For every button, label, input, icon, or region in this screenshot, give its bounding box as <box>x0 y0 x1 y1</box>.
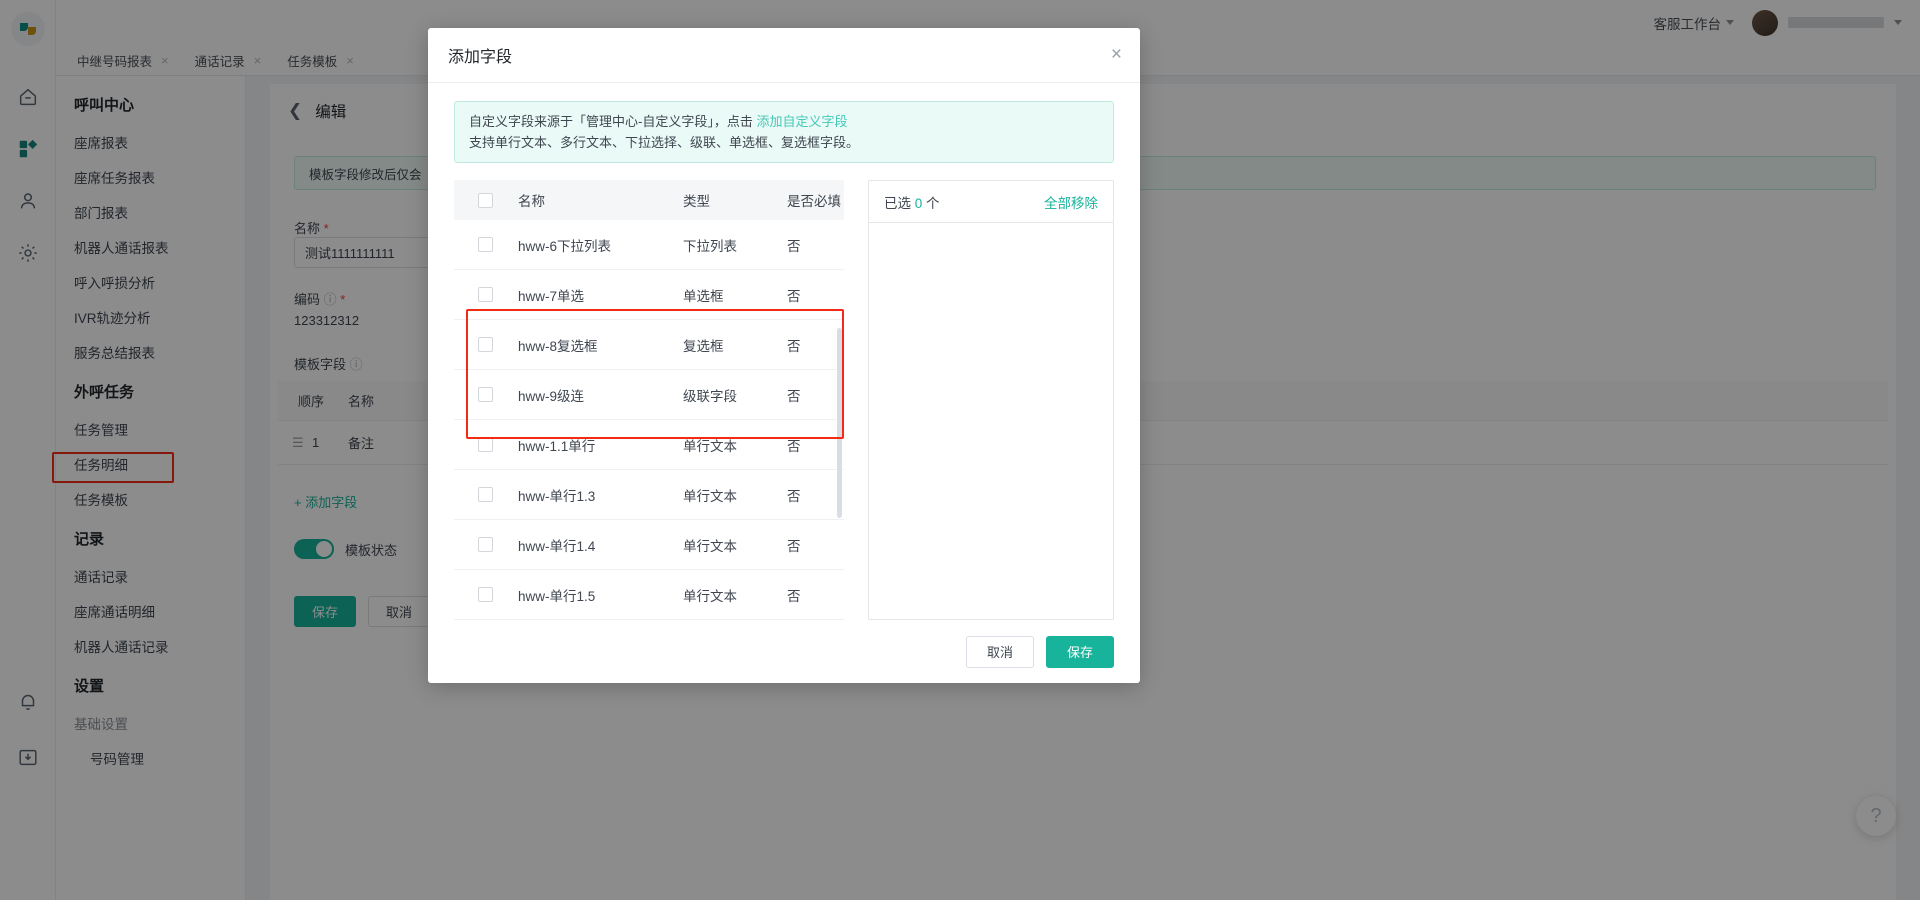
row-checkbox-cell <box>478 237 518 252</box>
row-field-type: 下拉列表 <box>683 238 737 254</box>
list-item[interactable]: hww-单行1.5 单行文本 否 <box>454 570 844 620</box>
row-field-type: 单选框 <box>683 288 724 304</box>
row-checkbox[interactable] <box>478 237 493 252</box>
row-field-type: 单行文本 <box>683 538 737 554</box>
dialog-footer: 取消 保存 <box>428 620 1140 683</box>
selected-fields-list <box>869 223 1113 619</box>
row-field-name: hww-1.1单行 <box>518 438 596 454</box>
info-banner-line1: 自定义字段来源于「管理中心-自定义字段」，点击 添加自定义字段 <box>469 111 1099 132</box>
available-fields-header: 名称 类型 是否必填 <box>454 180 844 220</box>
selected-suffix: 个 <box>926 195 940 211</box>
list-item[interactable]: hww-9级连 级联字段 否 <box>454 370 844 420</box>
list-item[interactable]: hww-单行1.3 单行文本 否 <box>454 470 844 520</box>
select-all-checkbox[interactable] <box>478 192 493 208</box>
row-field-name: hww-6下拉列表 <box>518 238 612 254</box>
dialog-title: 添加字段 <box>448 49 513 66</box>
row-field-name: hww-8复选框 <box>518 338 598 354</box>
add-field-dialog: 添加字段 × 自定义字段来源于「管理中心-自定义字段」，点击 添加自定义字段 支… <box>428 28 1140 683</box>
row-field-required: 否 <box>787 438 801 454</box>
row-checkbox-cell <box>478 487 518 502</box>
row-checkbox-cell <box>478 387 518 402</box>
row-field-name: hww-7单选 <box>518 288 585 304</box>
col-header-name: 名称 <box>518 194 545 209</box>
row-field-name: hww-单行1.4 <box>518 538 596 554</box>
dialog-header: 添加字段 × <box>428 28 1140 83</box>
row-checkbox-cell <box>478 287 518 302</box>
col-header-type: 类型 <box>683 194 710 209</box>
close-icon[interactable]: × <box>1111 45 1122 64</box>
available-fields-pane: 名称 类型 是否必填 hww-6下拉列表 下拉列表 否 hww-7单选 单选框 … <box>454 180 844 620</box>
app-root: 客服工作台 中继号码报表 × 通话记录 × 任务模板 × 呼叫中心 座席报表 座… <box>0 0 1920 900</box>
available-fields-body[interactable]: hww-6下拉列表 下拉列表 否 hww-7单选 单选框 否 hww-8复选框 … <box>454 220 844 620</box>
row-field-required: 否 <box>787 488 801 504</box>
row-checkbox[interactable] <box>478 337 493 352</box>
row-checkbox[interactable] <box>478 537 493 552</box>
remove-all-button[interactable]: 全部移除 <box>1044 192 1098 212</box>
row-checkbox[interactable] <box>478 387 493 402</box>
row-checkbox[interactable] <box>478 287 493 302</box>
row-field-type: 级联字段 <box>683 388 737 404</box>
list-item[interactable]: hww-6下拉列表 下拉列表 否 <box>454 220 844 270</box>
info-banner-line2: 支持单行文本、多行文本、下拉选择、级联、单选框、复选框字段。 <box>469 135 860 150</box>
select-all-checkbox-cell <box>478 192 518 208</box>
row-field-name: hww-单行1.3 <box>518 488 596 504</box>
col-header-required: 是否必填 <box>787 194 841 209</box>
selected-count-wrap: 已选 0 个 <box>884 192 940 212</box>
row-field-name: hww-9级连 <box>518 388 585 404</box>
row-field-required: 否 <box>787 588 801 604</box>
row-field-required: 否 <box>787 388 801 404</box>
dialog-save-button[interactable]: 保存 <box>1045 635 1114 668</box>
row-checkbox[interactable] <box>478 487 493 502</box>
row-field-required: 否 <box>787 288 801 304</box>
row-field-type: 复选框 <box>683 338 724 354</box>
row-checkbox-cell <box>478 537 518 552</box>
info-banner: 自定义字段来源于「管理中心-自定义字段」，点击 添加自定义字段 支持单行文本、多… <box>454 101 1114 163</box>
row-checkbox-cell <box>478 337 518 352</box>
row-field-type: 单行文本 <box>683 438 737 454</box>
row-field-required: 否 <box>787 238 801 254</box>
list-item[interactable]: hww-单行1.4 单行文本 否 <box>454 520 844 570</box>
row-field-type: 单行文本 <box>683 488 737 504</box>
info-banner-text-before: 自定义字段来源于「管理中心-自定义字段」，点击 <box>469 114 757 129</box>
dialog-cancel-button[interactable]: 取消 <box>965 635 1034 668</box>
selected-fields-pane: 已选 0 个 全部移除 <box>868 180 1114 620</box>
selected-fields-header: 已选 0 个 全部移除 <box>869 181 1113 223</box>
list-scrollbar[interactable] <box>837 328 842 518</box>
row-checkbox-cell <box>478 587 518 602</box>
selected-prefix: 已选 <box>884 195 911 211</box>
add-custom-field-link[interactable]: 添加自定义字段 <box>756 114 847 129</box>
row-checkbox[interactable] <box>478 587 493 602</box>
selected-count: 0 <box>914 195 923 211</box>
row-field-required: 否 <box>787 338 801 354</box>
row-field-name: hww-单行1.5 <box>518 588 596 604</box>
dialog-panes: 名称 类型 是否必填 hww-6下拉列表 下拉列表 否 hww-7单选 单选框 … <box>454 180 1114 620</box>
row-checkbox[interactable] <box>478 437 493 452</box>
row-field-type: 单行文本 <box>683 588 737 604</box>
row-checkbox-cell <box>478 437 518 452</box>
list-item[interactable]: hww-7单选 单选框 否 <box>454 270 844 320</box>
dialog-body: 自定义字段来源于「管理中心-自定义字段」，点击 添加自定义字段 支持单行文本、多… <box>428 83 1140 620</box>
list-item[interactable]: hww-8复选框 复选框 否 <box>454 320 844 370</box>
row-field-required: 否 <box>787 538 801 554</box>
list-item[interactable]: hww-1.1单行 单行文本 否 <box>454 420 844 470</box>
